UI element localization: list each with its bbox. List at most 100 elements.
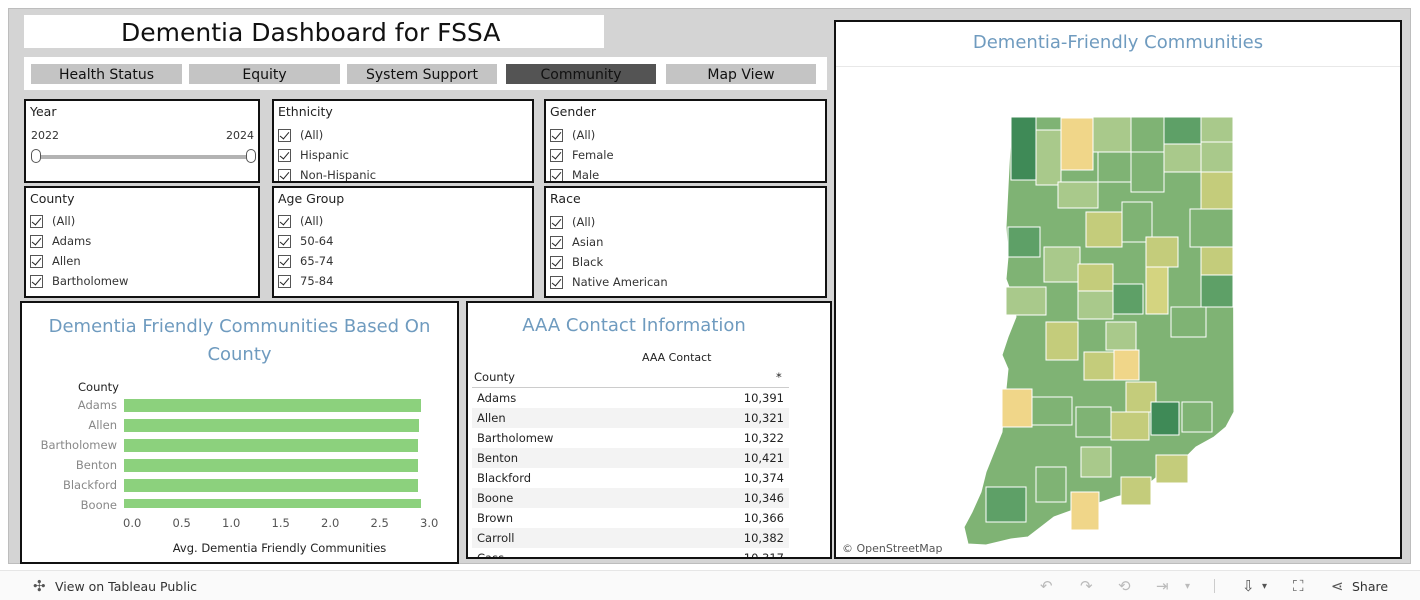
- aaa-contact-column-group: AAA Contact: [642, 351, 712, 364]
- tab-community[interactable]: Community: [506, 64, 656, 84]
- table-row[interactable]: Brown 10,366: [472, 508, 789, 528]
- county-cell: Allen: [472, 408, 673, 428]
- checkbox-icon[interactable]: [550, 275, 563, 289]
- bar-chart-row-header: County: [78, 380, 119, 394]
- map-title-divider: [836, 66, 1400, 67]
- year-slider-end-handle[interactable]: [246, 149, 256, 163]
- undo-icon[interactable]: ↶: [1040, 577, 1053, 595]
- race-option-asian[interactable]: Asian: [550, 232, 603, 252]
- checkbox-icon[interactable]: [550, 148, 563, 162]
- county-cell: Carroll: [472, 528, 673, 548]
- bar-label: Adams: [77, 398, 117, 412]
- county-cell: Blackford: [477, 471, 532, 485]
- checkbox-icon[interactable]: [278, 214, 291, 228]
- chevron-down-icon[interactable]: ▾: [1262, 581, 1267, 592]
- checkbox-icon[interactable]: [30, 234, 43, 248]
- bar-label: Benton: [75, 458, 117, 472]
- dashboard-title: Dementia Dashboard for FSSA: [24, 15, 604, 48]
- year-slider-track[interactable]: [36, 155, 252, 159]
- revert-icon[interactable]: ⟲: [1118, 577, 1131, 595]
- fullscreen-icon[interactable]: ⛶: [1293, 577, 1304, 595]
- tab-health-status[interactable]: Health Status: [31, 64, 182, 84]
- x-axis-tick: 1.5: [271, 516, 290, 530]
- county-option-adams[interactable]: Adams: [30, 231, 91, 251]
- tab-map-view[interactable]: Map View: [666, 64, 816, 84]
- checkbox-icon[interactable]: [278, 274, 291, 288]
- gender-option-all[interactable]: (All): [550, 125, 595, 145]
- bar-allen[interactable]: [124, 419, 420, 432]
- checkbox-icon[interactable]: [278, 234, 291, 248]
- race-filter-label: Race: [550, 191, 581, 206]
- bar-chart-title: Dementia Friendly Communities Based On C…: [48, 316, 431, 365]
- map-attribution[interactable]: © OpenStreetMap: [840, 541, 945, 556]
- ethnicity-option-hispanic[interactable]: Hispanic: [278, 145, 349, 165]
- county-cell: Bartholomew: [477, 431, 554, 445]
- ethnicity-option-non-hispanic[interactable]: Non-Hispanic: [278, 165, 376, 181]
- race-option-all[interactable]: (All): [550, 212, 595, 232]
- gender-filter-label: Gender: [550, 104, 597, 119]
- county-cell: Boone: [472, 488, 673, 508]
- table-row[interactable]: Blackford 10,374: [472, 468, 789, 488]
- redo-icon[interactable]: ↷: [1080, 577, 1093, 595]
- race-filter: Race (All) Asian Black Native American: [544, 186, 827, 298]
- ethnicity-filter-label: Ethnicity: [278, 104, 333, 119]
- county-cell: Brown: [477, 511, 514, 525]
- county-cell: Benton: [472, 448, 673, 468]
- bar-benton[interactable]: [124, 459, 419, 472]
- checkbox-icon[interactable]: [550, 255, 563, 269]
- county-option-allen[interactable]: Allen: [30, 251, 81, 271]
- gender-option-male[interactable]: Male: [550, 165, 599, 181]
- checkbox-icon[interactable]: [278, 128, 291, 142]
- checkbox-icon[interactable]: [550, 168, 563, 181]
- share-icon[interactable]: ⋖: [1331, 577, 1344, 595]
- race-option-native-american[interactable]: Native American: [550, 272, 668, 292]
- checkbox-icon[interactable]: [278, 168, 291, 181]
- table-row[interactable]: Allen 10,321: [472, 408, 789, 428]
- checkbox-icon[interactable]: [278, 254, 291, 268]
- table-row[interactable]: Carroll 10,382: [472, 528, 789, 548]
- refresh-icon[interactable]: ⇥: [1156, 577, 1169, 595]
- age-option-all[interactable]: (All): [278, 211, 323, 231]
- table-row[interactable]: Adams 10,391: [472, 388, 789, 408]
- bar-blackford[interactable]: [124, 479, 419, 492]
- chevron-down-icon[interactable]: ▾: [1185, 581, 1190, 592]
- county-option-all[interactable]: (All): [30, 211, 75, 231]
- share-button[interactable]: Share: [1352, 579, 1388, 594]
- checkbox-icon[interactable]: [550, 215, 563, 229]
- checkbox-icon[interactable]: [550, 128, 563, 142]
- checkbox-icon[interactable]: [550, 235, 563, 249]
- year-slider-start-handle[interactable]: [31, 149, 41, 163]
- age-option-75-84[interactable]: 75-84: [278, 271, 333, 291]
- tab-equity[interactable]: Equity: [189, 64, 340, 84]
- ethnicity-option-all[interactable]: (All): [278, 125, 323, 145]
- tab-system-support[interactable]: System Support: [347, 64, 497, 84]
- contact-value-cell: 10,391: [743, 391, 784, 405]
- age-option-65-74[interactable]: 65-74: [278, 251, 333, 271]
- age-group-filter-label: Age Group: [278, 191, 345, 206]
- x-axis-tick: 1.0: [222, 516, 241, 530]
- checkbox-icon[interactable]: [278, 148, 291, 162]
- gender-option-female[interactable]: Female: [550, 145, 614, 165]
- bar-boone[interactable]: [124, 499, 421, 508]
- ethnicity-filter: Ethnicity (All) Hispanic Non-Hispanic: [272, 99, 534, 183]
- table-row[interactable]: Boone 10,346: [472, 488, 789, 508]
- checkbox-icon[interactable]: [30, 214, 43, 228]
- view-on-tableau-link[interactable]: View on Tableau Public: [55, 579, 197, 594]
- toolbar-divider: [1214, 579, 1215, 593]
- table-row[interactable]: Benton 10,421: [472, 448, 789, 468]
- aaa-contact-panel: AAA Contact Information AAA Contact Coun…: [466, 301, 832, 559]
- age-option-50-64[interactable]: 50-64: [278, 231, 333, 251]
- checkbox-icon[interactable]: [30, 254, 43, 268]
- county-cell: Adams: [477, 391, 517, 405]
- year-end: 2024: [226, 129, 254, 142]
- contact-value-cell: 10,374: [743, 471, 784, 485]
- table-row[interactable]: Cass 10,317: [472, 548, 789, 557]
- checkbox-icon[interactable]: [30, 274, 43, 288]
- county-option-bartholomew[interactable]: Bartholomew: [30, 271, 128, 291]
- bar-bartholomew[interactable]: [124, 439, 419, 452]
- table-row[interactable]: Bartholomew 10,322: [472, 428, 789, 448]
- download-icon[interactable]: ⇩: [1242, 577, 1255, 595]
- bar-adams[interactable]: [124, 399, 421, 412]
- race-option-black[interactable]: Black: [550, 252, 603, 272]
- indiana-county-map[interactable]: [946, 107, 1246, 547]
